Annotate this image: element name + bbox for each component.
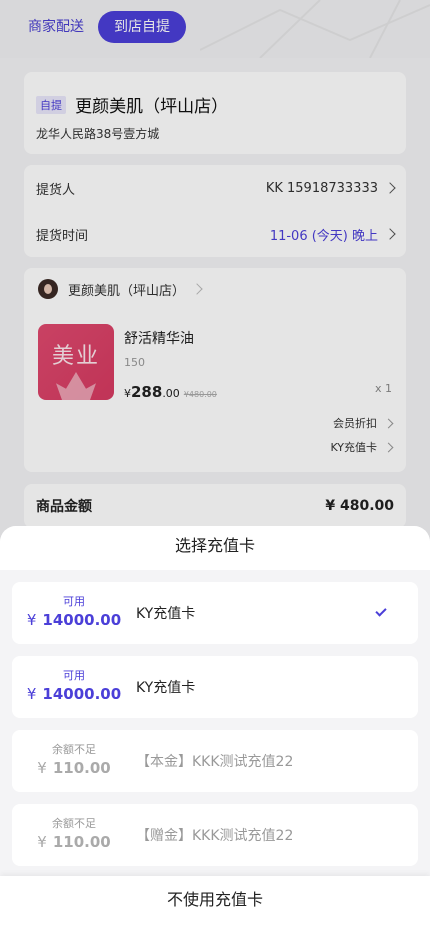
select-card-sheet: 选择充值卡 可用 ¥14000.00 KY充值卡 可用 ¥14000.00 KY…	[0, 526, 430, 926]
sheet-title: 选择充值卡	[0, 526, 430, 570]
no-card-button[interactable]: 不使用充值卡	[0, 876, 430, 926]
card-amount-value: 14000.00	[42, 685, 122, 703]
card-name: KY充值卡	[136, 606, 196, 622]
yen-symbol: ¥	[26, 611, 37, 629]
card-status: 余额不足	[52, 743, 96, 756]
card-amount: ¥14000.00	[12, 609, 136, 631]
check-icon	[375, 605, 387, 617]
card-option-disabled: 余额不足 ¥110.00 【本金】KKK测试充值22	[12, 730, 418, 792]
card-option-disabled: 余额不足 ¥110.00 【赠金】KKK测试充值22	[12, 804, 418, 866]
card-amount: ¥14000.00	[12, 683, 136, 705]
card-amount-value: 14000.00	[42, 611, 122, 629]
card-balance: 可用 ¥14000.00	[12, 669, 136, 705]
card-status: 可用	[63, 669, 85, 682]
card-option[interactable]: 可用 ¥14000.00 KY充值卡	[12, 582, 418, 644]
card-balance: 余额不足 ¥110.00	[12, 817, 136, 853]
card-amount: ¥110.00	[12, 757, 136, 779]
yen-symbol: ¥	[37, 759, 47, 777]
card-list: 可用 ¥14000.00 KY充值卡 可用 ¥14000.00 KY充值卡 余额…	[0, 570, 430, 866]
card-name: 【赠金】KKK测试充值22	[136, 828, 294, 844]
card-amount-value: 110.00	[52, 833, 111, 851]
yen-symbol: ¥	[26, 685, 37, 703]
card-name: 【本金】KKK测试充值22	[136, 754, 294, 770]
card-status: 可用	[63, 595, 85, 608]
card-balance: 可用 ¥14000.00	[12, 595, 136, 631]
card-balance: 余额不足 ¥110.00	[12, 743, 136, 779]
card-status: 余额不足	[52, 817, 96, 830]
card-amount: ¥110.00	[12, 831, 136, 853]
yen-symbol: ¥	[37, 833, 47, 851]
card-name: KY充值卡	[136, 680, 196, 696]
card-amount-value: 110.00	[52, 759, 111, 777]
card-option[interactable]: 可用 ¥14000.00 KY充值卡	[12, 656, 418, 718]
